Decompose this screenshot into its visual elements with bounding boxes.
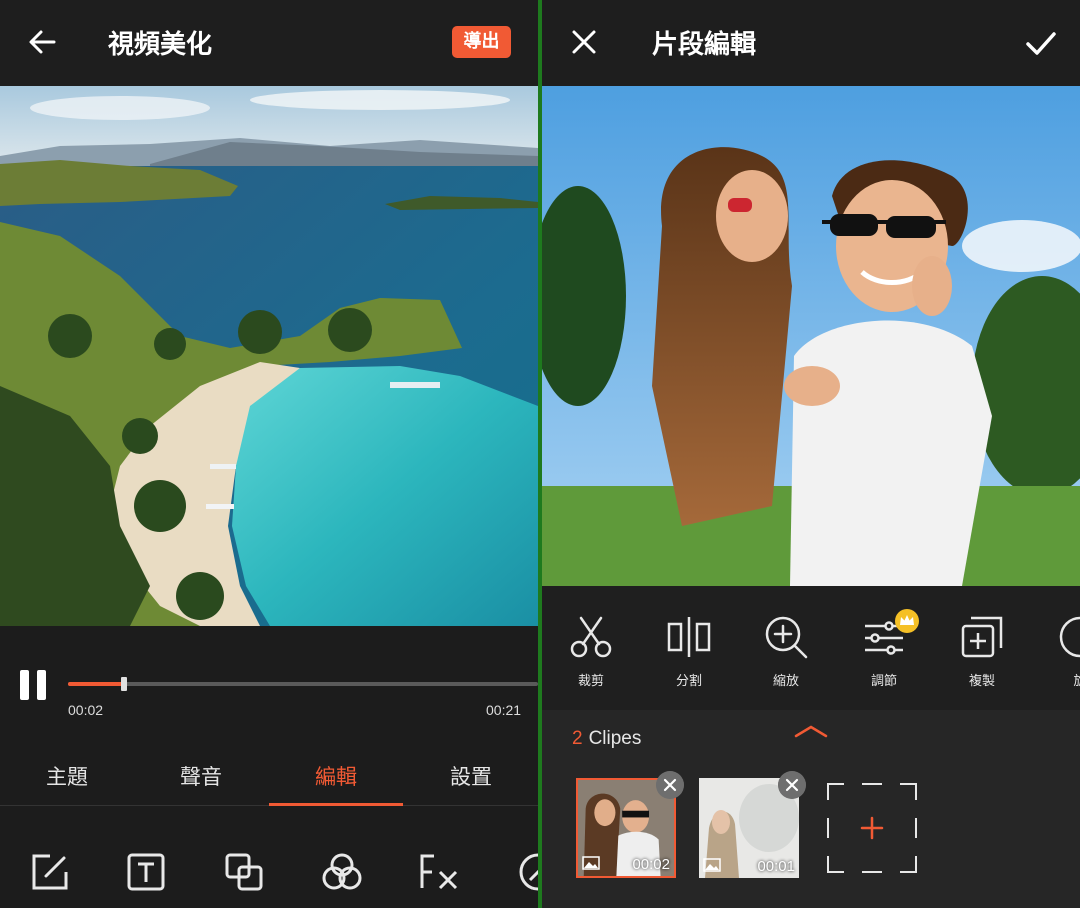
text-icon[interactable] (124, 850, 168, 894)
duplicate-label: 複製 (968, 674, 995, 689)
current-time: 00:02 (68, 702, 104, 718)
split-icon (667, 617, 711, 657)
zoom-label: 縮放 (772, 674, 799, 689)
overlap-squares-icon[interactable] (222, 850, 266, 894)
check-icon[interactable] (1024, 26, 1058, 60)
back-arrow-icon[interactable] (26, 26, 58, 58)
top-bar: 視頻美化 導出 (0, 0, 538, 86)
video-beautify-screen: 視頻美化 導出 00:02 00:21 主題 聲音 編輯 設置 (0, 0, 538, 908)
image-icon (582, 856, 600, 870)
remove-clip-2-icon[interactable] (778, 771, 806, 799)
rotate-label: 旋 (1073, 674, 1080, 689)
edit-square-icon[interactable] (28, 850, 72, 894)
zoom-tool[interactable]: 縮放 (756, 614, 816, 694)
adjust-label: 調節 (870, 674, 897, 689)
clips-panel: 2 Clipes 00:02 00:01 (542, 710, 1080, 908)
pause-icon[interactable] (20, 670, 50, 700)
video-preview (0, 86, 538, 626)
split-tool[interactable]: 分割 (659, 614, 719, 694)
chevron-up-icon[interactable] (794, 724, 828, 738)
zoom-in-icon (765, 616, 808, 659)
scissors-icon (570, 616, 612, 658)
crop-tool[interactable]: 裁剪 (561, 614, 621, 694)
edit-tools (0, 806, 538, 908)
crop-label: 裁剪 (577, 674, 604, 689)
clip-edit-screen: 片段編輯 裁剪 分割 縮放 調節 複製 旋 2 Clipes 00:02 00:… (542, 0, 1080, 908)
tab-theme[interactable]: 主題 (0, 746, 134, 806)
progress-fill (68, 682, 125, 686)
duplicate-tool[interactable]: 複製 (952, 614, 1012, 694)
export-button[interactable]: 導出 (452, 26, 511, 58)
total-time: 00:21 (486, 702, 522, 718)
top-bar: 片段編輯 (542, 0, 1080, 86)
clip-preview (542, 86, 1080, 586)
adjust-tool[interactable]: 調節 (854, 609, 919, 694)
clip-duration: 00:01 (757, 858, 795, 875)
crown-badge-icon (895, 609, 919, 633)
progress-slider[interactable] (68, 677, 538, 691)
image-icon (703, 858, 721, 872)
clip-duration: 00:02 (632, 856, 670, 873)
tab-sound[interactable]: 聲音 (134, 746, 268, 806)
split-label: 分割 (675, 674, 702, 689)
remove-clip-1-icon[interactable] (656, 771, 684, 799)
rotate-tool[interactable]: 旋 (1050, 614, 1080, 694)
filter-circles-icon[interactable] (320, 850, 364, 894)
progress-thumb[interactable] (121, 677, 128, 691)
video-player-controls: 00:02 00:21 (0, 626, 538, 746)
page-title: 片段編輯 (652, 30, 757, 60)
tab-edit[interactable]: 編輯 (269, 746, 403, 806)
tab-bar: 主題 聲音 編輯 設置 (0, 746, 538, 806)
clip-count-number: 2 (572, 728, 583, 749)
fx-icon[interactable] (418, 850, 462, 894)
speed-icon[interactable] (516, 850, 538, 894)
clip-count-label: Clipes (588, 728, 642, 749)
page-title: 視頻美化 (108, 30, 213, 60)
close-icon[interactable] (570, 28, 598, 56)
tab-settings[interactable]: 設置 (404, 746, 538, 806)
add-clip-button[interactable] (826, 782, 918, 874)
rotate-icon (1059, 616, 1080, 658)
clip-toolbar: 裁剪 分割 縮放 調節 複製 旋 (542, 586, 1080, 710)
clip-count: 2 Clipes (572, 728, 641, 750)
duplicate-icon (961, 616, 1003, 658)
